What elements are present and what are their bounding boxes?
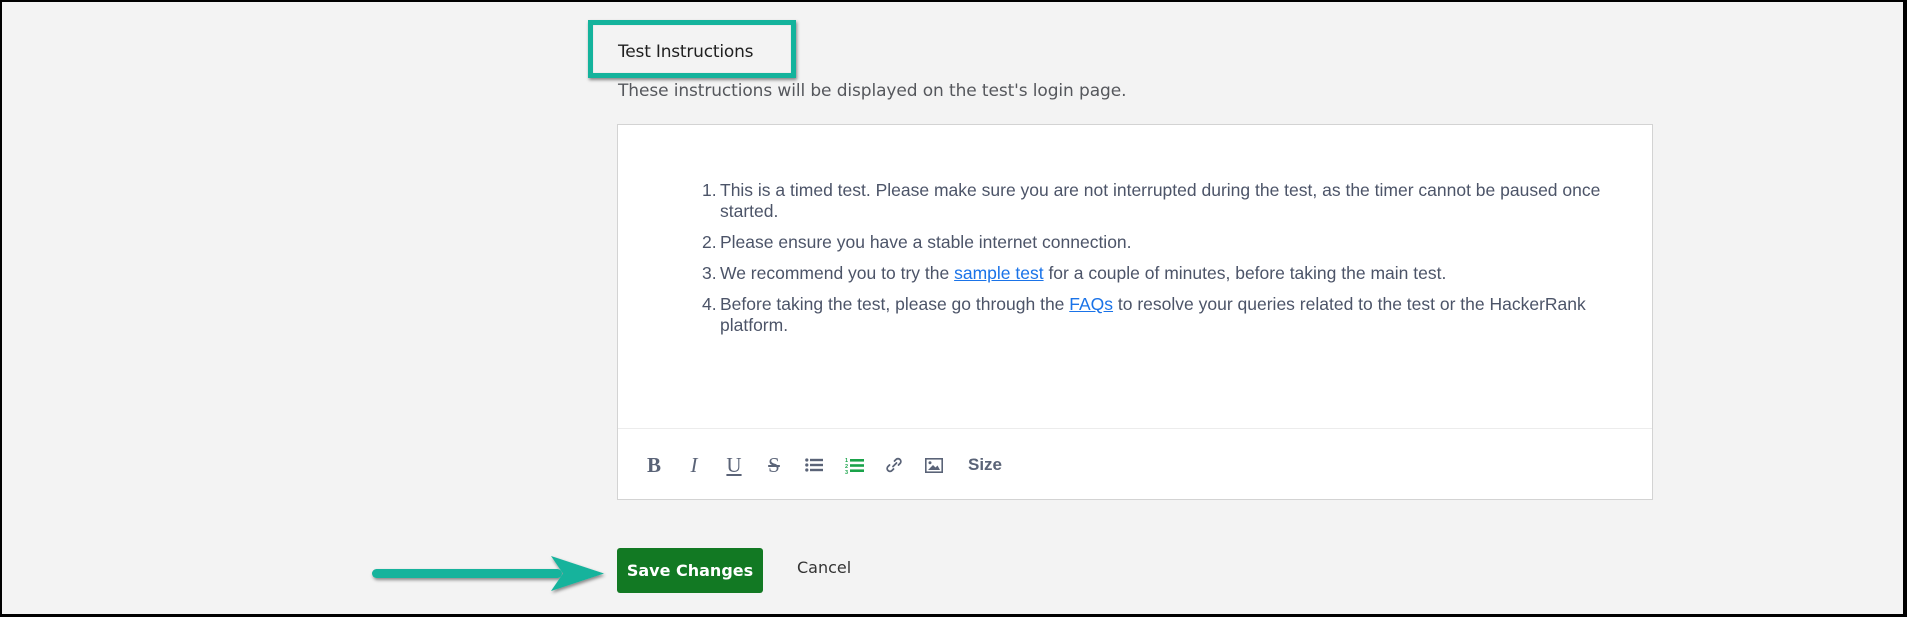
annotation-arrow-icon [372, 556, 604, 591]
list-item: 2. Please ensure you have a stable inter… [702, 232, 1638, 253]
strikethrough-icon: S [768, 452, 780, 477]
image-icon [925, 457, 943, 473]
list-number: 3. [702, 263, 717, 283]
underline-icon: U [726, 452, 742, 477]
list-text: for a couple of minutes, before taking t… [1043, 263, 1447, 283]
section-title: Test Instructions [618, 42, 754, 62]
italic-button[interactable]: I [674, 449, 714, 481]
bullet-list-icon [805, 458, 823, 472]
faqs-link[interactable]: FAQs [1069, 294, 1113, 314]
list-text: Please ensure you have a stable internet… [720, 232, 1132, 252]
sample-test-link[interactable]: sample test [954, 263, 1043, 283]
bold-icon: B [646, 452, 661, 477]
instructions-list: 1. This is a timed test. Please make sur… [702, 180, 1638, 346]
list-text: This is a timed test. Please make sure y… [720, 180, 1601, 221]
ordered-list-icon: 1 2 3 [845, 458, 864, 474]
list-number: 4. [702, 294, 717, 314]
italic-icon: I [690, 452, 698, 477]
editor-content-area[interactable]: 1. This is a timed test. Please make sur… [618, 125, 1652, 429]
page: Test Instructions These instructions wil… [2, 2, 1903, 614]
list-item: 3. We recommend you to try the sample te… [702, 263, 1638, 284]
font-size-dropdown[interactable]: Size [968, 455, 1002, 475]
link-button[interactable] [874, 449, 914, 481]
editor-toolbar: B I U S 1 2 3 Size [618, 430, 1652, 500]
section-description: These instructions will be displayed on … [618, 81, 1127, 101]
svg-text:3: 3 [845, 470, 848, 474]
strikethrough-button[interactable]: S [754, 449, 794, 481]
bullet-list-button[interactable] [794, 449, 834, 481]
bold-button[interactable]: B [634, 449, 674, 481]
underline-button[interactable]: U [714, 449, 754, 481]
image-button[interactable] [914, 449, 954, 481]
list-text: Before taking the test, please go throug… [720, 294, 1070, 314]
list-item: 1. This is a timed test. Please make sur… [702, 180, 1638, 222]
list-number: 1. [702, 180, 717, 200]
list-text: We recommend you to try the [720, 263, 955, 283]
link-icon [886, 457, 902, 473]
list-item: 4. Before taking the test, please go thr… [702, 294, 1638, 336]
ordered-list-button[interactable]: 1 2 3 [834, 449, 874, 481]
rich-text-editor[interactable]: 1. This is a timed test. Please make sur… [617, 124, 1653, 500]
list-number: 2. [702, 232, 717, 252]
save-changes-button[interactable]: Save Changes [617, 548, 763, 593]
cancel-button[interactable]: Cancel [797, 558, 851, 577]
